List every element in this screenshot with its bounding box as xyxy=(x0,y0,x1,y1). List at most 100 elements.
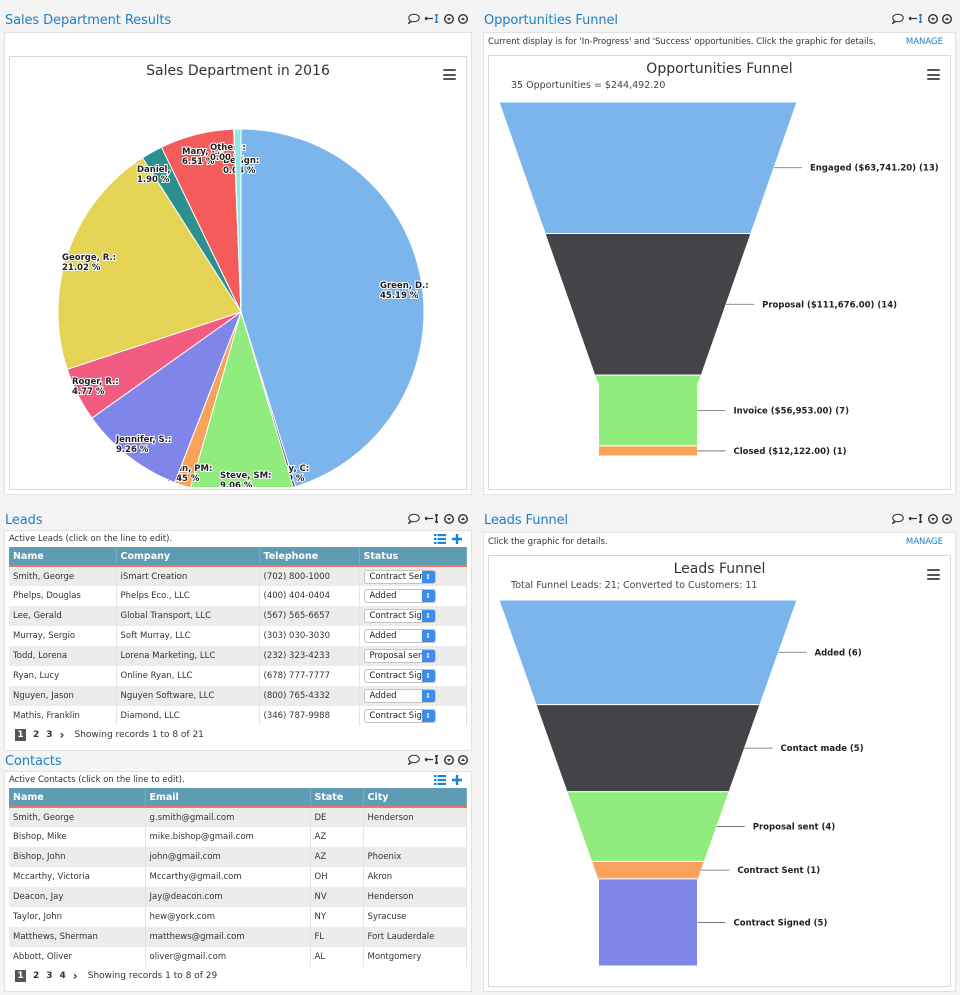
list-view-icon[interactable] xyxy=(434,533,446,547)
funnel-stage[interactable] xyxy=(593,374,703,447)
leads-funnel-widget-tools xyxy=(891,513,952,524)
page-link-3[interactable]: 3 xyxy=(46,971,52,981)
page-link-1[interactable]: 1 xyxy=(15,729,26,741)
page-link-2[interactable]: 2 xyxy=(33,730,39,740)
cell-phone: (800) 765-4332 xyxy=(259,686,360,706)
table-row[interactable]: Smith, George g.smith@gmail.com DE Henderso… xyxy=(9,807,467,827)
resize-arrows-icon[interactable] xyxy=(424,13,440,24)
status-select[interactable]: Added ⇕ xyxy=(363,689,436,703)
speech-bubble-icon[interactable] xyxy=(407,13,420,24)
funnel-stage[interactable] xyxy=(590,860,706,880)
column-header-email[interactable]: Email xyxy=(145,788,311,808)
cell-status: Added ⇕ xyxy=(359,686,467,706)
table-row[interactable]: Mathis, Franklin Diamond, LLC (346) 787-99… xyxy=(9,706,467,726)
table-row[interactable]: Taylor, John hew@york.com NY Syracuse xyxy=(9,907,467,927)
funnel-stage[interactable] xyxy=(566,791,730,862)
speech-bubble-icon[interactable] xyxy=(407,513,420,524)
circle-down-icon[interactable] xyxy=(928,13,938,24)
column-header-telephone[interactable]: Telephone xyxy=(259,547,360,567)
leads-funnel-chart[interactable]: Leads Funnel Total Funnel Leads: 21; Con… xyxy=(488,555,951,987)
status-select-value: Added xyxy=(369,631,397,641)
resize-arrows-icon[interactable] xyxy=(908,513,924,524)
speech-bubble-icon[interactable] xyxy=(891,13,904,24)
column-header-state[interactable]: State xyxy=(310,788,364,808)
circle-up-icon[interactable] xyxy=(458,513,468,524)
resize-arrows-icon[interactable] xyxy=(908,13,924,24)
contacts-table-header: Name Email State City xyxy=(9,788,467,808)
status-select[interactable]: Proposal sent ⇕ xyxy=(363,649,436,663)
column-header-status[interactable]: Status xyxy=(359,547,467,567)
status-select[interactable]: Contract Signed⇕ xyxy=(363,609,436,623)
funnel-stage[interactable] xyxy=(597,878,699,967)
sales-widget-title[interactable]: Sales Department Results xyxy=(5,13,171,28)
table-row[interactable]: Nguyen, Jason Nguyen Software, LLC (800) 7… xyxy=(9,686,467,706)
table-row[interactable]: Bishop, John john@gmail.com AZ Phoenix xyxy=(9,847,467,867)
funnel-stage[interactable] xyxy=(598,445,698,457)
page-link-4[interactable]: 4 xyxy=(60,971,66,981)
funnel-stage[interactable] xyxy=(498,101,798,234)
status-select[interactable]: Contract Signed⇕ xyxy=(363,669,436,683)
column-header-name[interactable]: Name xyxy=(9,788,146,808)
table-row[interactable]: Todd, Lorena Lorena Marketing, LLC (232) 3… xyxy=(9,646,467,666)
leads-funnel-widget-header: Leads Funnel xyxy=(479,508,960,532)
funnel-stage[interactable] xyxy=(498,599,798,706)
list-view-icon[interactable] xyxy=(434,774,446,788)
table-row[interactable]: Matthews, Sherman matthews@gmail.com FL For… xyxy=(9,927,467,947)
circle-down-icon[interactable] xyxy=(928,513,938,524)
table-row[interactable]: Phelps, Douglas Phelps Eco., LLC (400) 404… xyxy=(9,586,467,606)
cell-name: Todd, Lorena xyxy=(9,646,117,666)
opportunities-funnel-plot: Engaged ($63,741.20) (13) Proposal ($111,… xyxy=(498,101,939,457)
page-link-2[interactable]: 2 xyxy=(33,971,39,981)
status-select-value: Contract Sent xyxy=(369,571,422,582)
add-lead-icon[interactable] xyxy=(452,533,462,547)
opportunities-widget-title[interactable]: Opportunities Funnel xyxy=(484,13,618,28)
resize-arrows-icon[interactable] xyxy=(424,513,440,524)
status-select[interactable]: Contract Signed⇕ xyxy=(363,709,436,723)
opportunities-manage-link[interactable]: MANAGE xyxy=(906,37,943,47)
speech-bubble-icon[interactable] xyxy=(407,754,420,765)
leads-widget-body: Active Leads (click on the line to edit)… xyxy=(4,530,472,751)
speech-bubble-icon[interactable] xyxy=(891,513,904,524)
next-page-icon[interactable]: › xyxy=(60,728,65,742)
status-select[interactable]: Contract Sent⇕ xyxy=(363,569,436,584)
funnel-data-label: Proposal ($111,676.00) (14) xyxy=(762,300,897,310)
next-page-icon[interactable]: › xyxy=(73,969,78,983)
page-link-3[interactable]: 3 xyxy=(46,730,52,740)
cell-name: Phelps, Douglas xyxy=(9,586,117,606)
funnel-stage[interactable] xyxy=(535,704,761,793)
cell-phone: (303) 030-3030 xyxy=(259,626,360,646)
sales-pie-chart[interactable]: Sales Department in 2016 Green, D.: 45.19… xyxy=(9,56,467,490)
opportunities-description: Current display is for 'In-Progress' and… xyxy=(484,33,955,50)
leads-widget-title[interactable]: Leads xyxy=(5,513,43,528)
contacts-widget-body: Active Contacts (click on the line to ed… xyxy=(4,771,472,992)
page-link-1[interactable]: 1 xyxy=(15,970,26,982)
circle-up-icon[interactable] xyxy=(458,13,468,24)
status-select[interactable]: Added ⇕ xyxy=(363,589,436,603)
contacts-widget-title[interactable]: Contacts xyxy=(5,754,62,769)
add-contact-icon[interactable] xyxy=(452,774,462,788)
circle-down-icon[interactable] xyxy=(444,754,454,765)
column-header-company[interactable]: Company xyxy=(116,547,260,567)
leads-funnel-manage-link[interactable]: MANAGE xyxy=(906,537,943,547)
leads-funnel-widget-title[interactable]: Leads Funnel xyxy=(484,513,568,528)
table-row[interactable]: Mccarthy, Victoria Mccarthy@gmail.com OH Ak… xyxy=(9,867,467,887)
cell-company: Global Transport, LLC xyxy=(116,606,260,626)
table-row[interactable]: Lee, Gerald Global Transport, LLC (567) 56… xyxy=(9,606,467,626)
circle-up-icon[interactable] xyxy=(458,754,468,765)
funnel-stage[interactable] xyxy=(544,232,752,376)
table-row[interactable]: Smith, George iSmart Creation (702) 800-10… xyxy=(9,566,467,586)
circle-down-icon[interactable] xyxy=(444,513,454,524)
circle-down-icon[interactable] xyxy=(444,13,454,24)
column-header-city[interactable]: City xyxy=(363,788,467,808)
table-row[interactable]: Bishop, Mike mike.bishop@gmail.com AZ xyxy=(9,827,467,847)
status-select[interactable]: Added ⇕ xyxy=(363,629,436,643)
circle-up-icon[interactable] xyxy=(942,513,952,524)
column-header-name[interactable]: Name xyxy=(9,547,117,567)
table-row[interactable]: Ryan, Lucy Online Ryan, LLC (678) 777-7777… xyxy=(9,666,467,686)
table-row[interactable]: Deacon, Jay Jay@deacon.com NV Henderson xyxy=(9,887,467,907)
table-row[interactable]: Murray, Sergio Soft Murray, LLC (303) 030-… xyxy=(9,626,467,646)
circle-up-icon[interactable] xyxy=(942,13,952,24)
table-row[interactable]: Abbott, Oliver oliver@gmail.com AL Montgome… xyxy=(9,947,467,967)
opportunities-funnel-chart[interactable]: Opportunities Funnel 35 Opportunities = … xyxy=(488,55,951,490)
resize-arrows-icon[interactable] xyxy=(424,754,440,765)
